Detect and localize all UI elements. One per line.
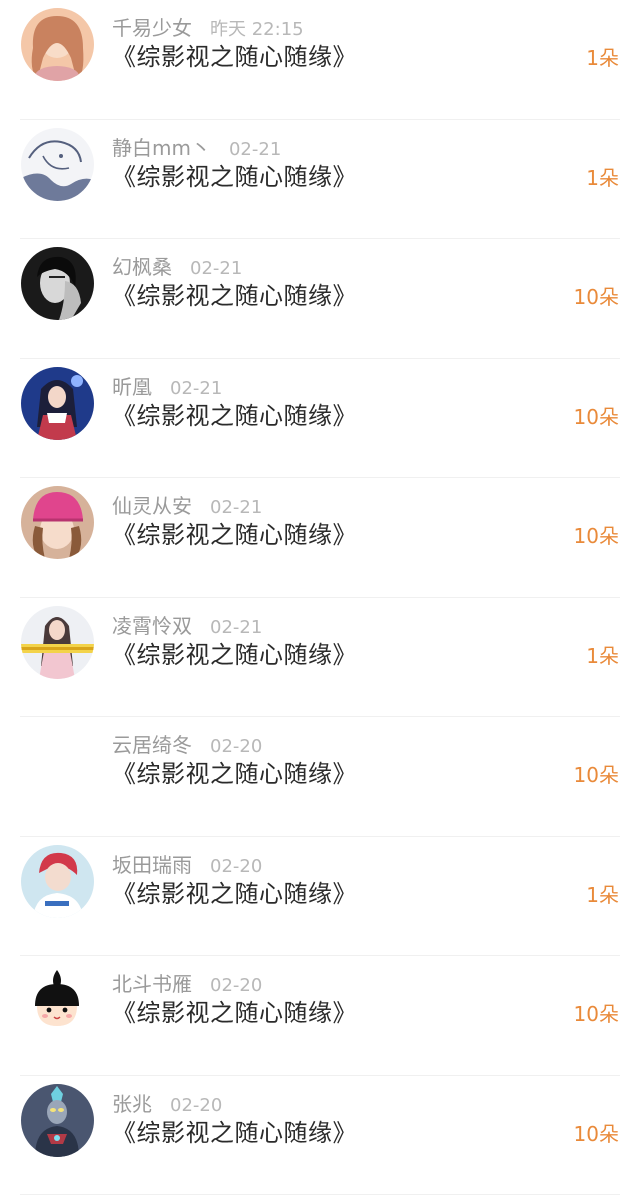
list-item[interactable]: 坂田瑞雨 02-20 《综影视之随心随缘》 1朵: [0, 837, 640, 957]
red-hair-boy-avatar[interactable]: [21, 845, 94, 918]
gift-count: 10朵: [574, 403, 619, 431]
gift-count: 1朵: [586, 44, 619, 72]
user-name[interactable]: 幻枫桑: [112, 255, 172, 279]
entry-meta: 昕凰 02-21: [112, 373, 222, 403]
anime-girl-avatar[interactable]: [21, 367, 94, 440]
post-time: 02-20: [210, 736, 262, 757]
gift-count: 1朵: [586, 164, 619, 192]
entry-meta: 仙灵从安 02-21: [112, 492, 262, 522]
list-item[interactable]: 静白mm丶 02-21 《综影视之随心随缘》 1朵: [0, 120, 640, 240]
entry-meta: 静白mm丶 02-21: [112, 134, 281, 164]
gift-count: 1朵: [586, 642, 619, 670]
ultraman-avatar[interactable]: [21, 1084, 94, 1157]
work-title[interactable]: 《综影视之随心随缘》: [112, 41, 357, 73]
gift-count: 10朵: [574, 761, 619, 789]
list-item[interactable]: 仙灵从安 02-21 《综影视之随心随缘》 10朵: [0, 478, 640, 598]
black-white-portrait-avatar[interactable]: [21, 247, 94, 320]
gift-count: 10朵: [574, 283, 619, 311]
post-time: 02-21: [229, 139, 281, 160]
list-item[interactable]: 北斗书雁 02-20 《综影视之随心随缘》 10朵: [0, 956, 640, 1076]
user-name[interactable]: 昕凰: [112, 375, 152, 399]
gift-count: 10朵: [574, 1000, 619, 1028]
post-time: 02-20: [170, 1095, 222, 1116]
post-time: 02-21: [190, 258, 242, 279]
work-title[interactable]: 《综影视之随心随缘》: [112, 519, 357, 551]
user-name[interactable]: 北斗书雁: [112, 972, 192, 996]
list-item[interactable]: 昕凰 02-21 《综影视之随心随缘》 10朵: [0, 359, 640, 479]
list-item[interactable]: 凌霄怜双 02-21 《综影视之随心随缘》 1朵: [0, 598, 640, 718]
list-item[interactable]: 云居绮冬 02-20 《综影视之随心随缘》 10朵: [0, 717, 640, 837]
knit-hat-girl-avatar[interactable]: [21, 486, 94, 559]
post-time: 02-20: [210, 856, 262, 877]
work-title[interactable]: 《综影视之随心随缘》: [112, 400, 357, 432]
entry-meta: 北斗书雁 02-20: [112, 970, 262, 1000]
work-title[interactable]: 《综影视之随心随缘》: [112, 639, 357, 671]
post-time: 02-20: [210, 975, 262, 996]
user-name[interactable]: 千易少女: [112, 16, 192, 40]
post-time: 昨天 22:15: [210, 19, 304, 40]
user-name[interactable]: 张兆: [112, 1092, 152, 1116]
user-name[interactable]: 坂田瑞雨: [112, 853, 192, 877]
work-title[interactable]: 《综影视之随心随缘》: [112, 878, 357, 910]
post-time: 02-21: [170, 378, 222, 399]
user-name[interactable]: 凌霄怜双: [112, 614, 192, 638]
post-time: 02-21: [210, 617, 262, 638]
entry-meta: 幻枫桑 02-21: [112, 253, 242, 283]
user-name[interactable]: 静白mm丶: [112, 136, 211, 160]
work-title[interactable]: 《综影视之随心随缘》: [112, 1117, 357, 1149]
entry-meta: 凌霄怜双 02-21: [112, 612, 262, 642]
entry-meta: 张兆 02-20: [112, 1090, 222, 1120]
girl-pink-hair-avatar[interactable]: [21, 8, 94, 81]
gift-record-list: 千易少女昨天 22:15 《综影视之随心随缘》 1朵 静白mm丶 02-21 《综…: [0, 0, 640, 1182]
entry-meta: 千易少女昨天 22:15: [112, 14, 304, 44]
girl-banner-avatar[interactable]: [21, 606, 94, 679]
work-title[interactable]: 《综影视之随心随缘》: [112, 758, 357, 790]
cartoon-head-avatar[interactable]: [21, 964, 94, 1037]
user-name[interactable]: 仙灵从安: [112, 494, 192, 518]
user-name[interactable]: 云居绮冬: [112, 733, 192, 757]
post-time: 02-21: [210, 497, 262, 518]
entry-meta: 坂田瑞雨 02-20: [112, 851, 262, 881]
entry-meta: 云居绮冬 02-20: [112, 731, 262, 761]
work-title[interactable]: 《综影视之随心随缘》: [112, 997, 357, 1029]
list-item[interactable]: 幻枫桑 02-21 《综影视之随心随缘》 10朵: [0, 239, 640, 359]
gift-count: 10朵: [574, 1120, 619, 1148]
list-item[interactable]: 张兆 02-20 《综影视之随心随缘》 10朵: [0, 1076, 640, 1195]
blank-avatar[interactable]: [21, 725, 94, 798]
line-sketch-avatar[interactable]: [21, 128, 94, 201]
list-item[interactable]: 千易少女昨天 22:15 《综影视之随心随缘》 1朵: [0, 0, 640, 120]
gift-count: 10朵: [574, 522, 619, 550]
work-title[interactable]: 《综影视之随心随缘》: [112, 161, 357, 193]
work-title[interactable]: 《综影视之随心随缘》: [112, 280, 357, 312]
gift-count: 1朵: [586, 881, 619, 909]
